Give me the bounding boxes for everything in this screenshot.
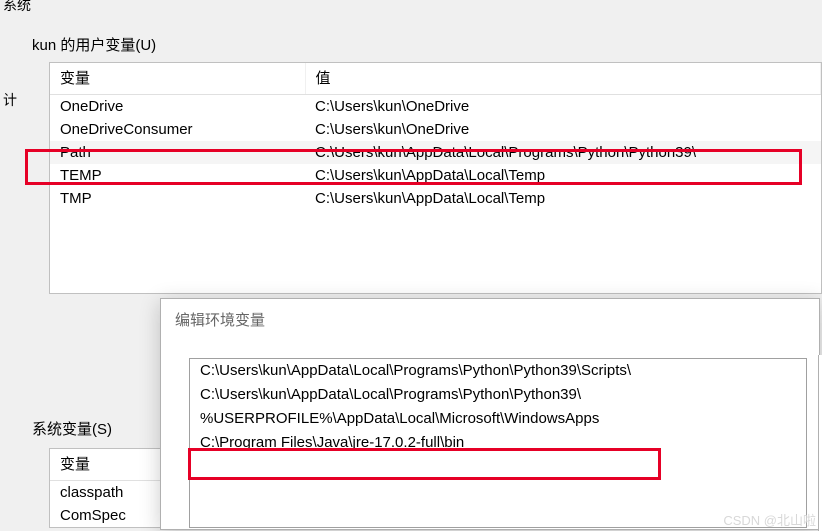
cell-value: C:\Users\kun\OneDrive <box>305 95 821 119</box>
list-item[interactable]: C:\Users\kun\AppData\Local\Programs\Pyth… <box>190 383 806 407</box>
cell-variable: OneDrive <box>50 95 305 119</box>
side-button-sliver <box>818 355 822 531</box>
table-row-path[interactable]: Path C:\Users\kun\AppData\Local\Programs… <box>50 141 821 164</box>
path-list[interactable]: C:\Users\kun\AppData\Local\Programs\Pyth… <box>189 358 807 528</box>
table-row[interactable]: OneDriveConsumer C:\Users\kun\OneDrive <box>50 118 821 141</box>
list-item[interactable]: C:\Users\kun\AppData\Local\Programs\Pyth… <box>190 359 806 383</box>
user-variables-label: kun 的用户变量(U) <box>32 34 156 55</box>
table-row[interactable]: TMP C:\Users\kun\AppData\Local\Temp <box>50 187 821 210</box>
cell-value: C:\Users\kun\AppData\Local\Temp <box>305 164 821 187</box>
watermark: CSDN @北山啦 <box>723 510 816 529</box>
user-variables-table[interactable]: 变量 值 OneDrive C:\Users\kun\OneDrive OneD… <box>49 62 822 294</box>
header-variable[interactable]: 变量 <box>50 63 305 95</box>
dialog-title: 编辑环境变量 <box>161 299 819 344</box>
sidebar-text: 系统 <box>3 0 31 15</box>
list-item[interactable]: %USERPROFILE%\AppData\Local\Microsoft\Wi… <box>190 407 806 431</box>
cell-variable: TMP <box>50 187 305 210</box>
cell-variable: TEMP <box>50 164 305 187</box>
cell-value: C:\Users\kun\AppData\Local\Programs\Pyth… <box>305 141 821 164</box>
table-row[interactable]: TEMP C:\Users\kun\AppData\Local\Temp <box>50 164 821 187</box>
system-variables-label: 系统变量(S) <box>32 418 112 439</box>
cell-variable: OneDriveConsumer <box>50 118 305 141</box>
sidebar-text-2: 计 <box>3 90 17 110</box>
list-item[interactable]: C:\Program Files\Java\jre-17.0.2-full\bi… <box>190 431 806 455</box>
header-value[interactable]: 值 <box>305 63 821 95</box>
cell-value: C:\Users\kun\OneDrive <box>305 118 821 141</box>
edit-env-dialog: 编辑环境变量 C:\Users\kun\AppData\Local\Progra… <box>160 298 820 530</box>
cell-variable: Path <box>50 141 305 164</box>
table-row[interactable]: OneDrive C:\Users\kun\OneDrive <box>50 95 821 119</box>
table-header-row: 变量 值 <box>50 63 821 95</box>
cell-value: C:\Users\kun\AppData\Local\Temp <box>305 187 821 210</box>
